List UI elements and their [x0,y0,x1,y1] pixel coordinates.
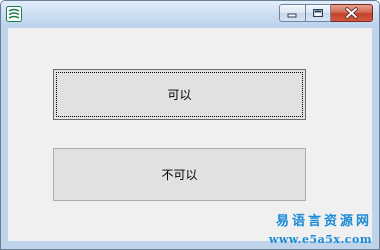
close-icon [345,7,358,19]
watermark-url: www.e5a5x.com [268,233,372,246]
not-ok-button-label: 不可以 [161,168,198,182]
watermark-site-name: 易语言资源网 [275,214,372,229]
window-controls [279,4,373,22]
ok-button-label: 可以 [167,88,192,102]
maximize-button[interactable] [305,4,331,22]
maximize-icon [313,9,323,17]
close-button[interactable] [331,4,373,22]
minimize-button[interactable] [279,4,305,22]
ok-button[interactable]: 可以 [53,69,306,120]
minimize-icon [287,13,297,18]
title-bar[interactable] [1,1,379,27]
not-ok-button[interactable]: 不可以 [53,148,306,201]
app-icon[interactable] [6,6,22,22]
